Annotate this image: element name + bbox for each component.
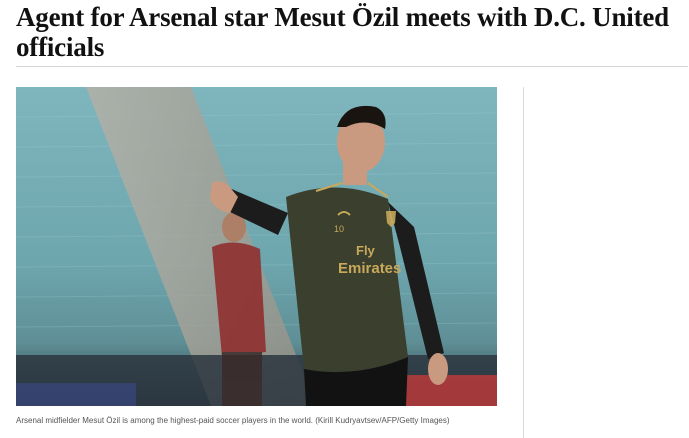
player-photo-illustration: 10 Fly Emirates <box>16 87 497 406</box>
headline-divider <box>16 66 688 67</box>
column-divider <box>523 87 524 438</box>
sponsor-line-2: Emirates <box>338 260 401 277</box>
article-photo[interactable]: 10 Fly Emirates <box>16 87 497 406</box>
shirt-number: 10 <box>334 224 344 234</box>
photo-caption: Arsenal midfielder Mesut Özil is among t… <box>16 416 450 425</box>
sponsor-line-1: Fly <box>356 243 376 258</box>
article-headline: Agent for Arsenal star Mesut Özil meets … <box>16 2 669 62</box>
